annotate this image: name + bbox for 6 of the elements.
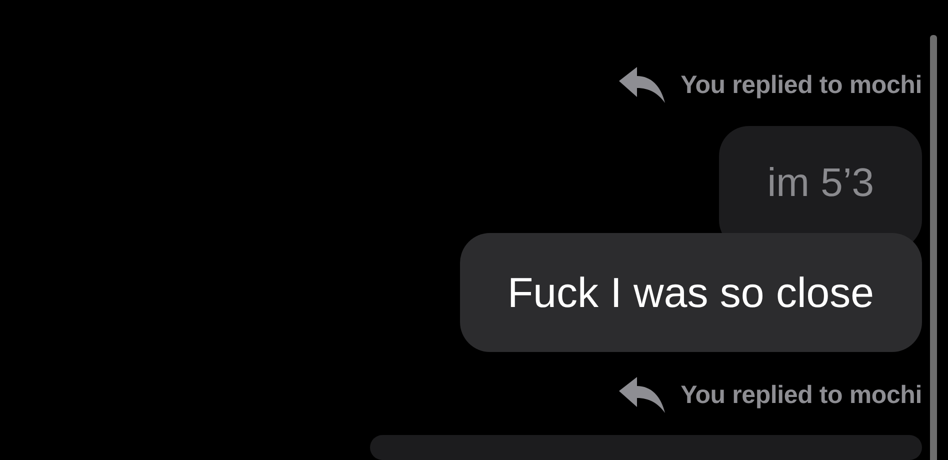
reply-icon bbox=[616, 66, 667, 104]
message-bubble: Fuck I was so close bbox=[460, 233, 922, 352]
scrollbar[interactable] bbox=[930, 35, 937, 460]
reply-label: You replied to mochi bbox=[680, 70, 922, 100]
reply-icon bbox=[616, 376, 667, 414]
reply-label: You replied to mochi bbox=[680, 380, 922, 410]
